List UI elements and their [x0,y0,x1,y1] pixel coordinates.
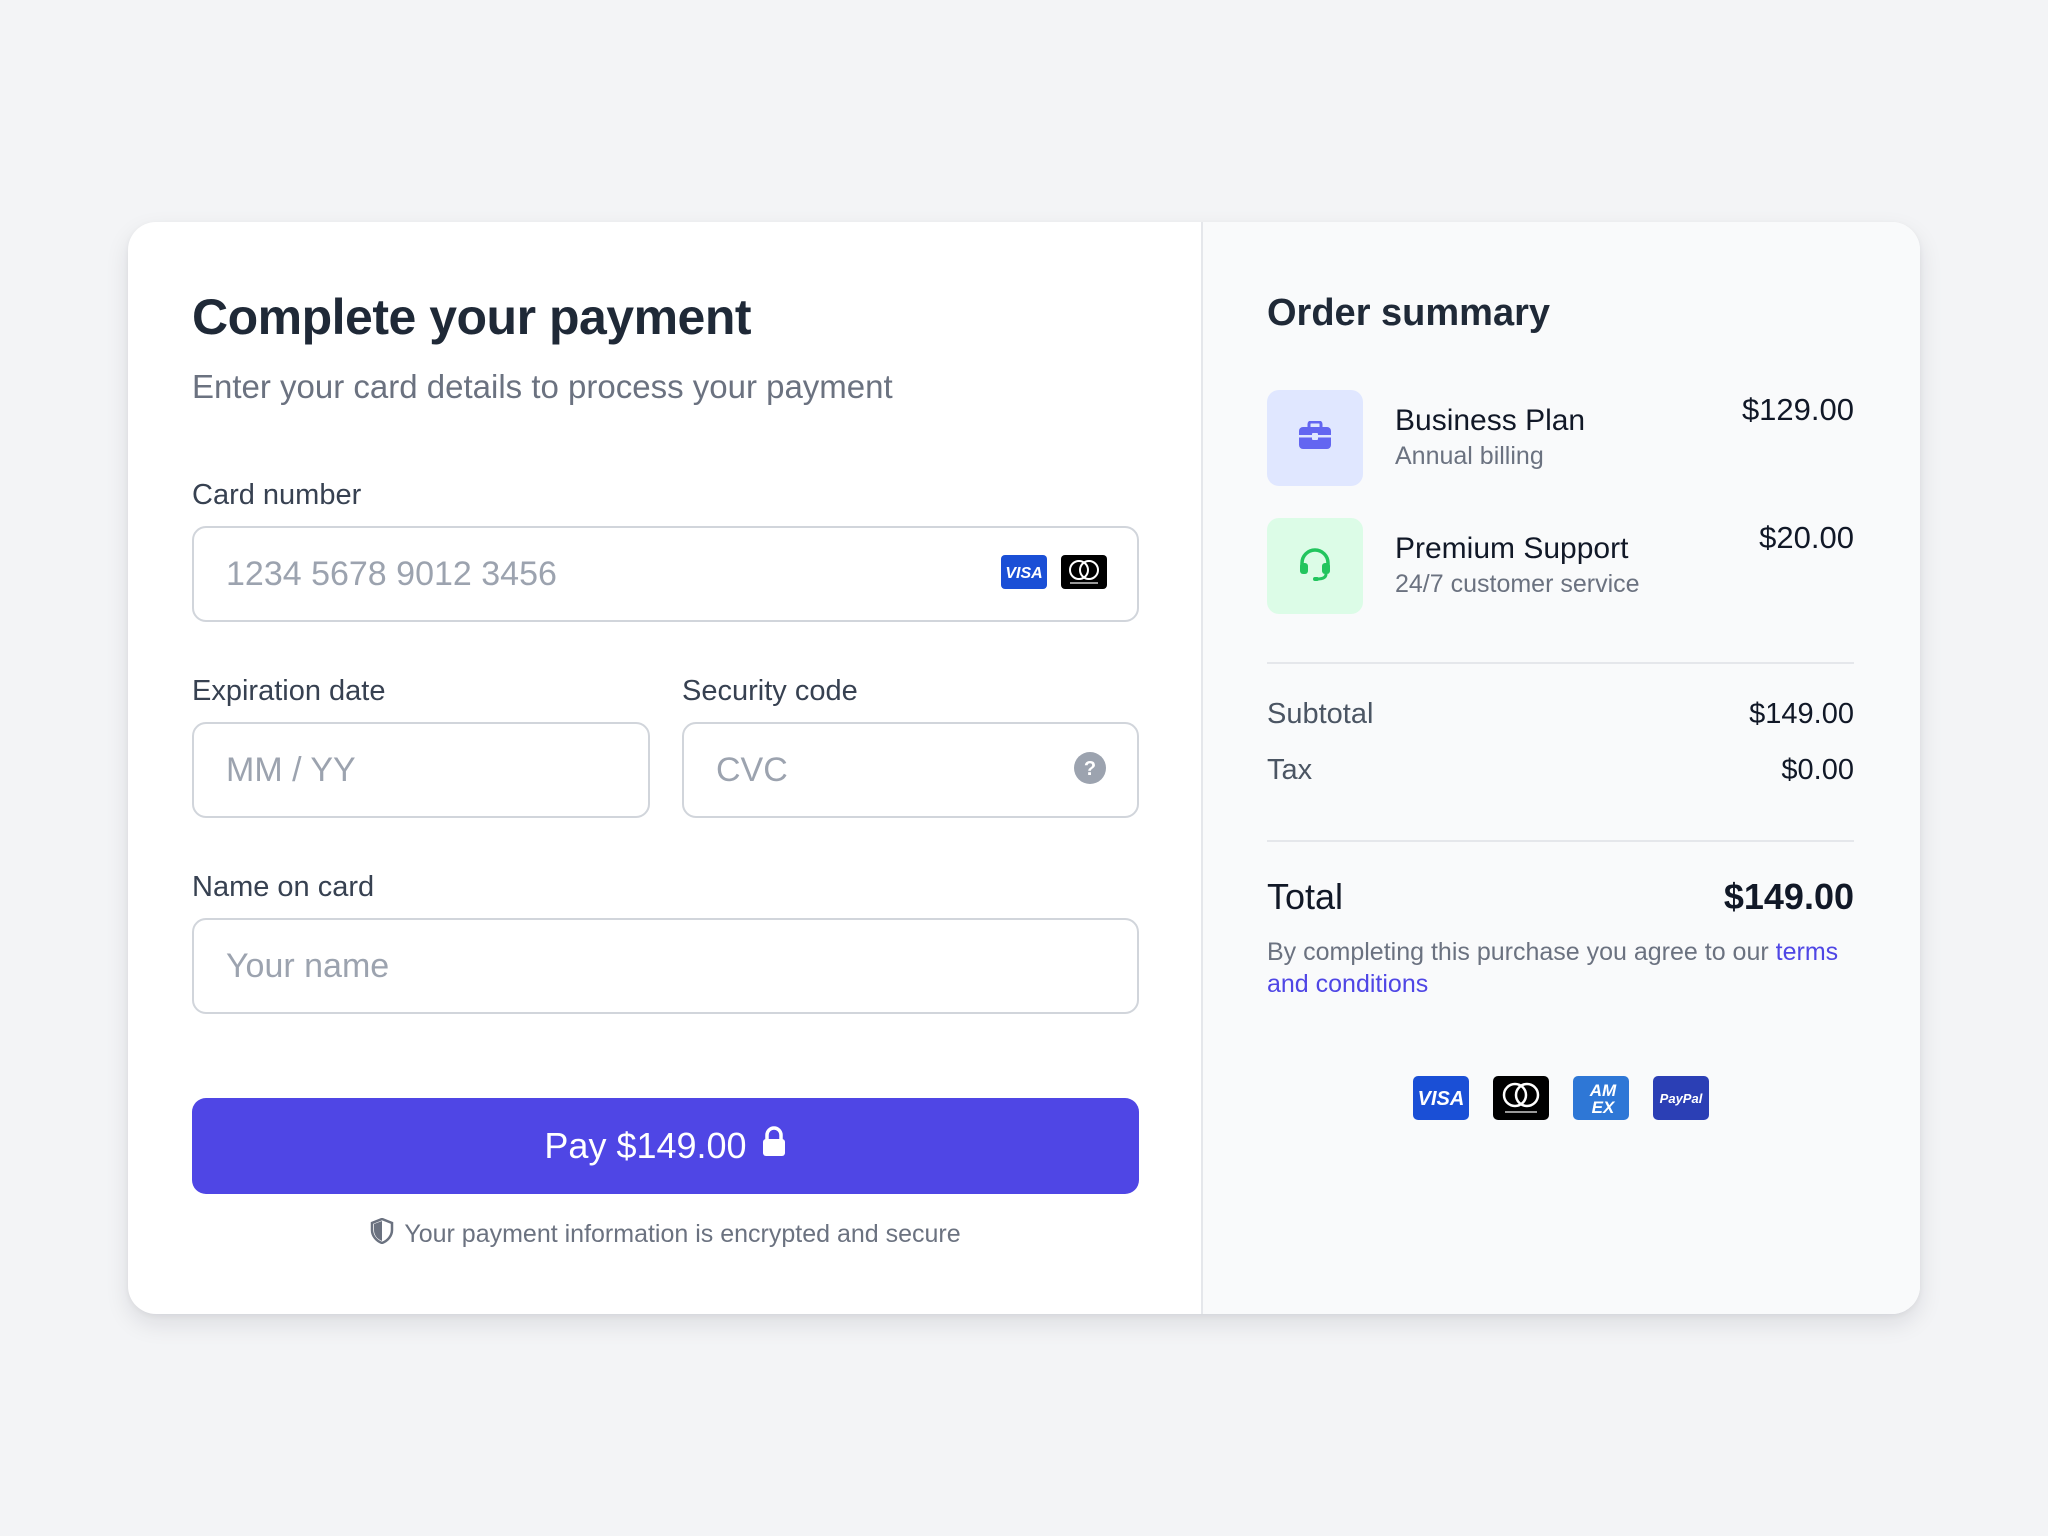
headset-icon [1297,546,1333,587]
subtotal-value: $149.00 [1749,698,1854,730]
svg-text:VISA: VISA [1005,565,1042,582]
lock-icon [761,1125,787,1167]
order-summary-title: Order summary [1267,292,1551,334]
help-icon[interactable]: ? [1073,751,1107,790]
item-icon-box [1267,390,1363,486]
order-item: Premium Support 24/7 customer service $2… [1267,518,1854,614]
total-row: Total $149.00 [1267,876,1854,918]
name-on-card-field[interactable] [192,918,1139,1014]
shield-icon [370,1217,394,1251]
order-summary-panel: Order summary Business Plan Annual billi… [1203,222,1920,1314]
secure-note-text: Your payment information is encrypted an… [404,1220,961,1248]
tax-value: $0.00 [1781,754,1854,786]
svg-text:?: ? [1084,758,1096,780]
svg-text:PayPal: PayPal [1659,1091,1702,1106]
mastercard-logo-icon [1492,1076,1549,1125]
pay-button-label: Pay $149.00 [544,1125,747,1166]
accepted-payment-methods: VISA AM EX PayPal [1267,1076,1854,1125]
expiration-field[interactable] [192,722,650,818]
visa-icon: VISA [1001,554,1047,594]
security-code-field[interactable]: ? [682,722,1139,818]
item-description: 24/7 customer service [1395,570,1640,598]
payment-card: Complete your payment Enter your card de… [128,222,1920,1314]
card-brand-icons: VISA [1001,554,1107,594]
tax-row: Tax $0.00 [1267,754,1854,787]
briefcase-icon [1298,420,1332,456]
security-code-label: Security code [682,675,858,707]
divider [1267,840,1854,842]
page-subtitle: Enter your card details to process your … [192,368,893,405]
mastercard-icon [1061,554,1107,594]
secure-note: Your payment information is encrypted an… [192,1217,1139,1251]
pay-button[interactable]: Pay $149.00 [192,1098,1139,1194]
page-title: Complete your payment [192,289,752,345]
svg-text:EX: EX [1591,1098,1615,1117]
name-on-card-input[interactable] [224,945,1107,987]
item-price: $20.00 [1759,520,1854,555]
total-value: $149.00 [1723,876,1854,917]
order-item: Business Plan Annual billing $129.00 [1267,390,1854,486]
item-price: $129.00 [1741,392,1854,427]
visa-logo-icon: VISA [1412,1076,1469,1125]
paypal-logo-icon: PayPal [1652,1076,1709,1125]
amex-logo-icon: AM EX [1572,1076,1629,1125]
subtotal-row: Subtotal $149.00 [1267,698,1854,731]
item-name: Business Plan [1395,404,1586,437]
expiration-label: Expiration date [192,675,386,707]
card-number-input[interactable] [224,553,1001,595]
card-number-label: Card number [192,479,362,511]
terms-prefix: By completing this purchase you agree to… [1267,938,1769,966]
svg-text:VISA: VISA [1417,1088,1464,1110]
terms-text: By completing this purchase you agree to… [1267,936,1854,1000]
item-description: Annual billing [1395,442,1544,470]
name-on-card-label: Name on card [192,871,375,903]
payment-form-panel: Complete your payment Enter your card de… [128,222,1203,1314]
item-name: Premium Support [1395,532,1629,565]
divider [1267,662,1854,664]
card-number-field[interactable]: VISA [192,526,1139,622]
tax-label: Tax [1267,754,1313,786]
security-code-input[interactable] [714,749,1073,791]
subtotal-label: Subtotal [1267,698,1374,730]
expiration-input[interactable] [224,749,618,791]
total-label: Total [1267,876,1344,917]
item-icon-box [1267,518,1363,614]
